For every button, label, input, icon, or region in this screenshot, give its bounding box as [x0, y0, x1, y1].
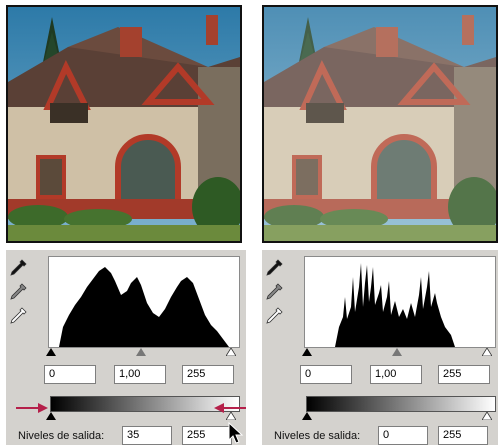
output-white-slider[interactable]: [482, 412, 492, 420]
input-gamma-field[interactable]: 1,00: [114, 365, 166, 384]
input-black-slider[interactable]: [302, 348, 312, 356]
input-levels-slider[interactable]: [298, 348, 498, 358]
eyedropper-gray-icon[interactable]: [8, 282, 28, 302]
levels-panel-left: 0 1,00 255 Niveles de salida: 35 255: [6, 250, 246, 445]
pointer-arrow-icon: [16, 403, 48, 413]
output-levels-label: Niveles de salida:: [18, 430, 105, 442]
output-levels-slider[interactable]: [298, 412, 498, 422]
output-black-field[interactable]: 0: [378, 426, 428, 445]
eyedropper-black-icon[interactable]: [264, 258, 284, 278]
pointer-arrow-icon: [214, 403, 246, 413]
output-levels-label: Niveles de salida:: [274, 430, 361, 442]
output-black-slider[interactable]: [302, 412, 312, 420]
output-levels-gradient: [306, 396, 496, 412]
cursor-arrow-icon: [228, 422, 244, 444]
input-black-field[interactable]: 0: [300, 365, 352, 384]
output-white-field[interactable]: 255: [182, 426, 232, 445]
input-gamma-slider[interactable]: [136, 348, 146, 356]
eyedropper-black-icon[interactable]: [8, 258, 28, 278]
eyedropper-gray-icon[interactable]: [264, 282, 284, 302]
input-gamma-field[interactable]: 1,00: [370, 365, 422, 384]
input-gamma-slider[interactable]: [392, 348, 402, 356]
output-white-field[interactable]: 255: [438, 426, 488, 445]
histogram: [304, 256, 496, 348]
input-levels-slider[interactable]: [42, 348, 246, 358]
input-white-field[interactable]: 255: [438, 365, 490, 384]
eyedropper-white-icon[interactable]: [264, 306, 284, 326]
input-black-slider[interactable]: [46, 348, 56, 356]
histogram: [48, 256, 240, 348]
input-white-slider[interactable]: [482, 348, 492, 356]
output-black-field[interactable]: 35: [122, 426, 172, 445]
input-white-field[interactable]: 255: [182, 365, 234, 384]
eyedropper-white-icon[interactable]: [8, 306, 28, 326]
photo-adjusted: [262, 5, 498, 243]
photo-original: [6, 5, 242, 243]
output-levels-gradient: [50, 396, 240, 412]
input-black-field[interactable]: 0: [44, 365, 96, 384]
input-white-slider[interactable]: [226, 348, 236, 356]
levels-panel-right: 0 1,00 255 Niveles de salida: 0 255: [262, 250, 498, 445]
